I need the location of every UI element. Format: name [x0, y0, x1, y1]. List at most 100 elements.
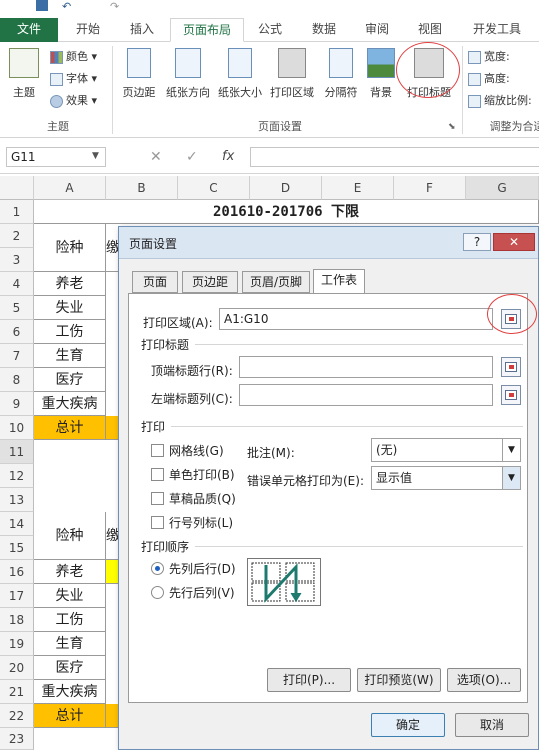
print-area-input[interactable]: A1:G10 — [219, 308, 493, 330]
draft-quality-label[interactable]: 草稿品质(Q) — [169, 490, 236, 507]
row-header[interactable]: 19 — [0, 632, 34, 656]
total-cell[interactable]: 总计 — [34, 704, 106, 728]
col-header-b[interactable]: B — [106, 176, 178, 200]
tab-insert[interactable]: 插入 — [118, 18, 166, 42]
ok-button[interactable]: 确定 — [371, 713, 445, 737]
background-button[interactable]: 背景 — [364, 48, 398, 100]
draft-quality-checkbox[interactable] — [151, 492, 164, 505]
row-header[interactable]: 8 — [0, 368, 34, 392]
over-then-down-label[interactable]: 先行后列(V) — [169, 584, 235, 601]
name-box[interactable]: G11 — [6, 147, 106, 167]
data-cell[interactable]: 养老 — [34, 560, 106, 584]
row-header[interactable]: 21 — [0, 680, 34, 704]
row-col-headings-checkbox[interactable] — [151, 516, 164, 529]
tab-data[interactable]: 数据 — [300, 18, 348, 42]
height-control[interactable]: 高度: — [468, 70, 510, 88]
row-header[interactable]: 5 — [0, 296, 34, 320]
row-header[interactable]: 16 — [0, 560, 34, 584]
row-header[interactable]: 6 — [0, 320, 34, 344]
data-cell[interactable]: 生育 — [34, 344, 106, 368]
width-control[interactable]: 宽度: — [468, 48, 510, 66]
tab-home[interactable]: 开始 — [64, 18, 112, 42]
tab-developer[interactable]: 开发工具 — [462, 18, 532, 42]
row-header[interactable]: 18 — [0, 608, 34, 632]
row-header[interactable]: 3 — [0, 248, 34, 272]
col-header-g[interactable]: G — [466, 176, 539, 200]
formula-input[interactable] — [250, 147, 539, 167]
row-col-headings-label[interactable]: 行号列标(L) — [169, 514, 233, 531]
namebox-dropdown-icon[interactable]: ▼ — [92, 151, 99, 161]
close-button[interactable]: ✕ — [493, 233, 535, 251]
options-button[interactable]: 选项(O)... — [447, 668, 521, 692]
down-then-over-label[interactable]: 先列后行(D) — [169, 560, 236, 577]
tab-sheet[interactable]: 工作表 — [313, 269, 365, 294]
row-header[interactable]: 14 — [0, 512, 34, 536]
sheet-title[interactable]: 201610-201706 下限 — [34, 200, 539, 224]
print-button[interactable]: 打印(P)... — [267, 668, 351, 692]
left-cols-input[interactable] — [239, 384, 493, 406]
col-header-d[interactable]: D — [250, 176, 322, 200]
data-cell[interactable]: 失业 — [34, 296, 106, 320]
data-cell[interactable]: 医疗 — [34, 368, 106, 392]
dialog-launcher-icon[interactable]: ⬊ — [448, 122, 456, 132]
row-header[interactable]: 13 — [0, 488, 34, 512]
tab-review[interactable]: 审阅 — [354, 18, 400, 42]
breaks-button[interactable]: 分隔符 — [318, 48, 364, 100]
black-white-checkbox[interactable] — [151, 468, 164, 481]
gridlines-checkbox[interactable] — [151, 444, 164, 457]
cancel-icon[interactable]: ✕ — [150, 149, 162, 165]
row-header[interactable]: 20 — [0, 656, 34, 680]
tab-margins[interactable]: 页边距 — [182, 271, 238, 293]
data-cell[interactable]: 重大疾病 — [34, 392, 106, 416]
left-cols-picker-button[interactable] — [501, 385, 521, 405]
orientation-button[interactable]: 纸张方向 — [160, 48, 216, 100]
themes-button[interactable]: 主题 — [6, 48, 42, 100]
tab-view[interactable]: 视图 — [406, 18, 454, 42]
colors-button[interactable]: 颜色 ▾ — [50, 48, 97, 66]
row-header[interactable]: 22 — [0, 704, 34, 728]
row-header[interactable]: 15 — [0, 536, 34, 560]
col-header-c[interactable]: C — [178, 176, 250, 200]
redo-icon[interactable]: ↷ — [110, 0, 119, 13]
col-header-f[interactable]: F — [394, 176, 466, 200]
insert-function-icon[interactable]: fx — [222, 149, 234, 164]
gridlines-label[interactable]: 网格线(G) — [169, 442, 224, 459]
row-header[interactable]: 4 — [0, 272, 34, 296]
tab-header-footer[interactable]: 页眉/页脚 — [242, 271, 310, 293]
row-header[interactable]: 9 — [0, 392, 34, 416]
row-header[interactable]: 1 — [0, 200, 34, 224]
undo-icon[interactable]: ↶ — [62, 0, 71, 13]
print-area-button[interactable]: 打印区域 — [266, 48, 318, 100]
enter-icon[interactable]: ✓ — [186, 149, 198, 165]
col-header-a[interactable]: A — [34, 176, 106, 200]
dialog-titlebar[interactable]: 页面设置 ? ✕ — [119, 227, 538, 259]
tab-page[interactable]: 页面 — [132, 271, 178, 293]
select-all-corner[interactable] — [0, 176, 34, 200]
data-cell[interactable]: 养老 — [34, 272, 106, 296]
row-header[interactable]: 2 — [0, 224, 34, 248]
effects-button[interactable]: 效果 ▾ — [50, 92, 97, 110]
data-cell[interactable]: 工伤 — [34, 320, 106, 344]
help-button[interactable]: ? — [463, 233, 491, 251]
black-white-label[interactable]: 单色打印(B) — [169, 466, 235, 483]
data-cell[interactable]: 医疗 — [34, 656, 106, 680]
cancel-button[interactable]: 取消 — [455, 713, 529, 737]
row-header[interactable]: 23 — [0, 728, 34, 750]
row-header[interactable]: 7 — [0, 344, 34, 368]
margins-button[interactable]: 页边距 — [116, 48, 162, 100]
row-header[interactable]: 12 — [0, 464, 34, 488]
data-cell[interactable]: 工伤 — [34, 608, 106, 632]
scale-control[interactable]: 缩放比例: — [468, 92, 532, 110]
row-header[interactable]: 10 — [0, 416, 34, 440]
data-cell[interactable]: 失业 — [34, 584, 106, 608]
total-cell[interactable]: 总计 — [34, 416, 106, 440]
print-preview-button[interactable]: 打印预览(W) — [357, 668, 441, 692]
data-cell[interactable]: 重大疾病 — [34, 680, 106, 704]
comments-select[interactable]: (无) ▼ — [371, 438, 521, 462]
header-cell[interactable]: 险种 — [34, 512, 106, 560]
row-header[interactable]: 17 — [0, 584, 34, 608]
fonts-button[interactable]: 字体 ▾ — [50, 70, 97, 88]
size-button[interactable]: 纸张大小 — [212, 48, 268, 100]
tab-page-layout[interactable]: 页面布局 — [170, 18, 244, 42]
col-header-e[interactable]: E — [322, 176, 394, 200]
